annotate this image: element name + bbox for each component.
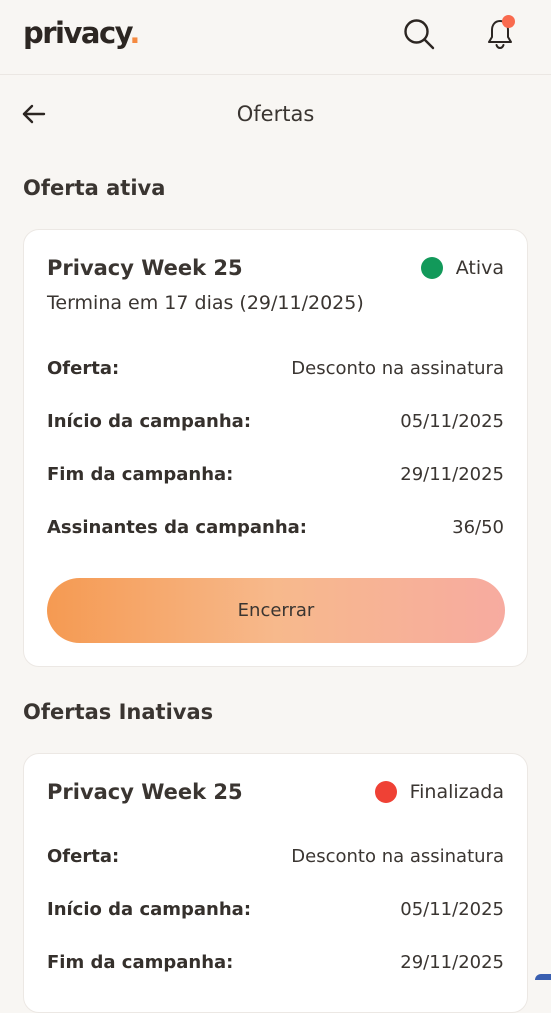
notifications-button[interactable] xyxy=(480,14,520,54)
detail-row-end: Fim da campanha: 29/11/2025 xyxy=(47,461,504,487)
notification-badge xyxy=(502,15,515,28)
status-finished-dot xyxy=(374,781,397,803)
active-offer-section-title: Oferta ativa xyxy=(23,176,166,200)
detail-row-end: Fim da campanha: 29/11/2025 xyxy=(47,949,504,975)
logo-text: privacy xyxy=(23,16,131,50)
detail-value: 29/11/2025 xyxy=(400,951,504,973)
inactive-offer-card: Privacy Week 25 Finalizada Oferta: Desco… xyxy=(23,753,528,1013)
offer-name: Privacy Week 25 xyxy=(47,780,243,804)
status-badge: Finalizada xyxy=(374,781,504,803)
status-active-dot xyxy=(420,257,443,279)
detail-value: 36/50 xyxy=(452,516,504,538)
search-icon xyxy=(404,19,435,50)
detail-label: Fim da campanha: xyxy=(47,463,234,485)
detail-row-start: Início da campanha: 05/11/2025 xyxy=(47,408,504,434)
detail-label: Início da campanha: xyxy=(47,898,252,920)
detail-value: Desconto na assinatura xyxy=(291,357,504,379)
detail-label: Assinantes da campanha: xyxy=(47,516,307,538)
end-offer-button[interactable]: Encerrar xyxy=(47,578,505,643)
detail-value: 29/11/2025 xyxy=(400,463,504,485)
detail-label: Oferta: xyxy=(47,357,120,379)
status-label: Ativa xyxy=(455,257,504,279)
top-bar: privacy. xyxy=(0,0,551,75)
detail-label: Fim da campanha: xyxy=(47,951,234,973)
active-offer-card: Privacy Week 25 Ativa Termina em 17 dias… xyxy=(23,229,528,667)
logo-dot: . xyxy=(129,16,140,50)
offer-name: Privacy Week 25 xyxy=(47,256,243,280)
detail-label: Oferta: xyxy=(47,845,120,867)
detail-label: Início da campanha: xyxy=(47,410,252,432)
floating-widget-edge[interactable] xyxy=(535,974,551,980)
inactive-offers-section-title: Ofertas Inativas xyxy=(23,700,214,724)
detail-row-start: Início da campanha: 05/11/2025 xyxy=(47,896,504,922)
detail-row-offer: Oferta: Desconto na assinatura xyxy=(47,355,504,381)
detail-value: 05/11/2025 xyxy=(400,410,504,432)
page-title: Ofertas xyxy=(236,102,315,126)
status-badge: Ativa xyxy=(420,257,504,279)
offer-ends-text: Termina em 17 dias (29/11/2025) xyxy=(47,292,364,314)
detail-row-subscribers: Assinantes da campanha: 36/50 xyxy=(47,514,504,540)
page-header: Ofertas xyxy=(0,76,551,154)
detail-value: Desconto na assinatura xyxy=(291,845,504,867)
privacy-logo[interactable]: privacy. xyxy=(23,13,140,53)
detail-value: 05/11/2025 xyxy=(400,898,504,920)
detail-row-offer: Oferta: Desconto na assinatura xyxy=(47,843,504,869)
search-button[interactable] xyxy=(399,14,439,54)
status-label: Finalizada xyxy=(409,781,504,803)
